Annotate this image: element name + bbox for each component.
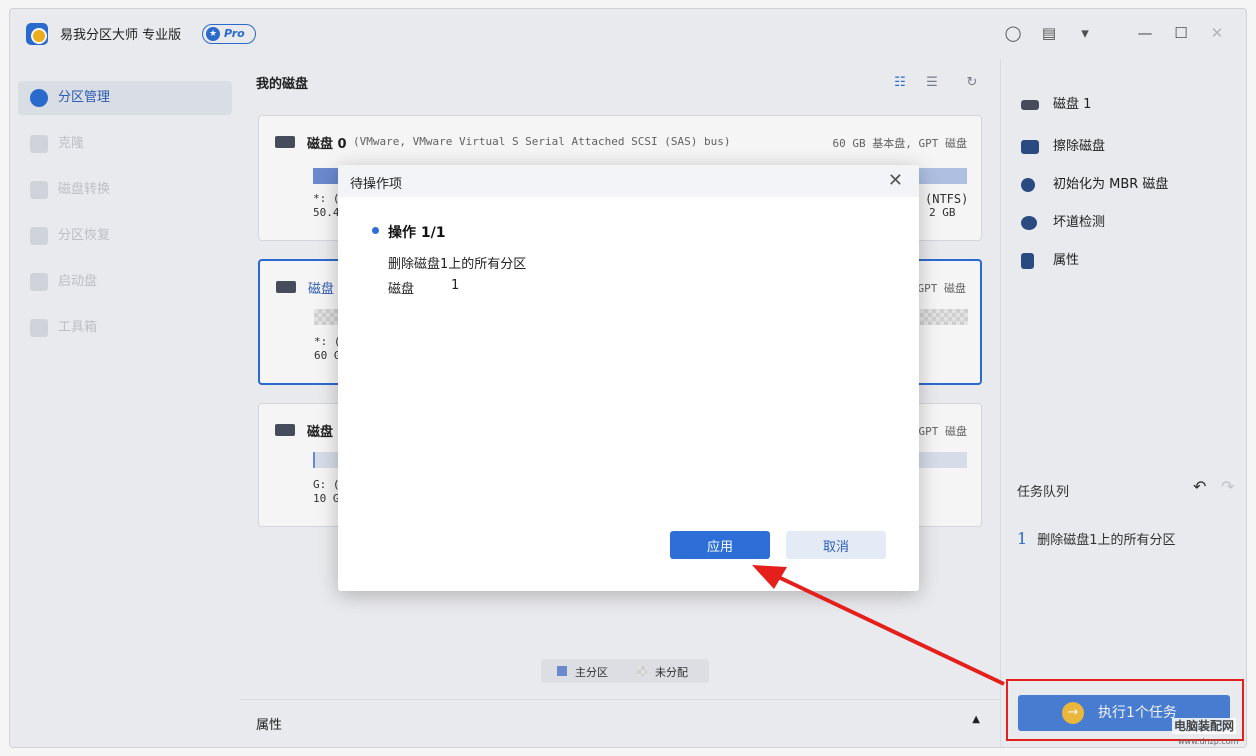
operation-disk-value: 1: [451, 278, 460, 293]
watermark: 电脑装配网: [1172, 718, 1237, 734]
operation-description: 删除磁盘1上的所有分区: [388, 257, 527, 272]
bullet-icon: [372, 227, 379, 234]
dialog-title: 待操作项: [350, 177, 403, 192]
pending-operations-dialog: 待操作项 ✕ 操作 1/1 删除磁盘1上的所有分区 磁盘 1 应用 取消: [338, 165, 919, 591]
operation-title: 操作 1/1: [388, 225, 446, 241]
dialog-header: 待操作项 ✕: [338, 165, 919, 197]
watermark-url: www.dnzp.com: [1178, 737, 1239, 746]
cancel-button[interactable]: 取消: [786, 531, 886, 559]
operation-disk-label: 磁盘: [388, 282, 415, 297]
apply-button[interactable]: 应用: [670, 531, 770, 559]
close-icon[interactable]: ✕: [888, 170, 903, 191]
